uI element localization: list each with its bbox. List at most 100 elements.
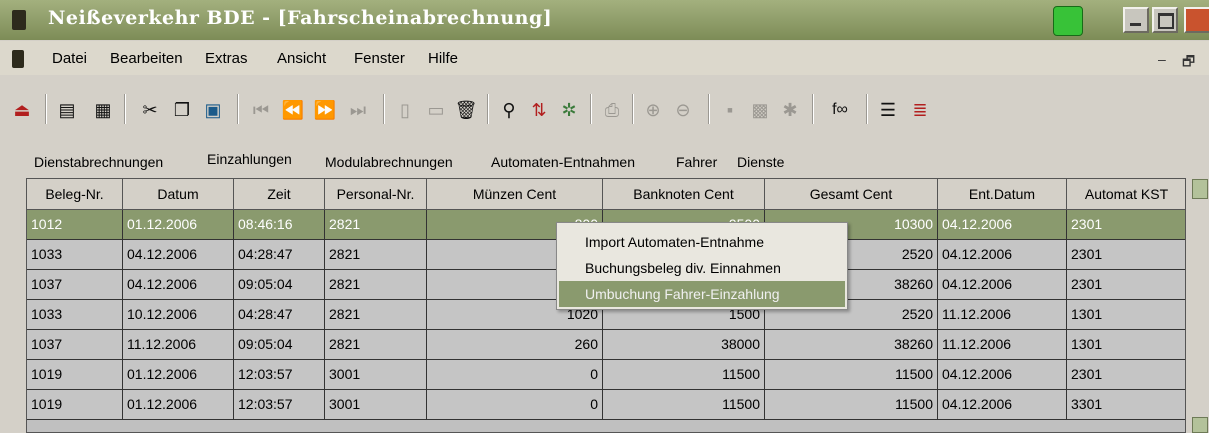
vertical-scrollbar[interactable] xyxy=(1192,178,1209,433)
search-icon[interactable]: ⚲ xyxy=(497,98,521,122)
previous-record-icon[interactable]: ⏪ xyxy=(281,98,305,122)
cell-ent-datum[interactable]: 04.12.2006 xyxy=(938,270,1067,300)
cell-ent-datum[interactable]: 04.12.2006 xyxy=(938,240,1067,270)
cell-zeit[interactable]: 08:46:16 xyxy=(234,210,325,240)
cell-muenzen-cent[interactable]: 0 xyxy=(427,390,603,420)
app-icon[interactable] xyxy=(12,10,26,30)
table-row[interactable]: 1019 01.12.2006 12:03:57 3001 0 11500 11500 04.… xyxy=(27,360,1185,390)
print-preview-icon[interactable]: ▤ xyxy=(55,98,79,122)
column-header-personal-nr[interactable]: Personal-Nr. xyxy=(325,179,427,210)
print-icon[interactable]: ⎙ xyxy=(600,98,624,122)
menu-item-buchungsbeleg[interactable]: Buchungsbeleg div. Einnahmen xyxy=(559,255,845,281)
document-icon[interactable] xyxy=(12,50,24,68)
cell-automat-kst[interactable]: 3301 xyxy=(1067,390,1185,420)
grid-icon[interactable]: ▦ xyxy=(91,98,115,122)
cell-banknoten-cent[interactable]: 11500 xyxy=(603,360,765,390)
tab-modulabrechnungen[interactable]: Modulabrechnungen xyxy=(319,154,459,175)
cell-automat-kst[interactable]: 2301 xyxy=(1067,360,1185,390)
cell-zeit[interactable]: 12:03:57 xyxy=(234,390,325,420)
cell-banknoten-cent[interactable]: 11500 xyxy=(603,390,765,420)
zoom-out-icon[interactable]: ⊖ xyxy=(671,98,695,122)
column-header-muenzen-cent[interactable]: Münzen Cent xyxy=(427,179,603,210)
exit-icon[interactable]: ⏏ xyxy=(10,98,34,122)
cell-automat-kst[interactable]: 2301 xyxy=(1067,270,1185,300)
cell-datum[interactable]: 11.12.2006 xyxy=(123,330,234,360)
cell-ent-datum[interactable]: 04.12.2006 xyxy=(938,210,1067,240)
cell-automat-kst[interactable]: 2301 xyxy=(1067,210,1185,240)
column-header-datum[interactable]: Datum xyxy=(123,179,234,210)
cell-datum[interactable]: 01.12.2006 xyxy=(123,390,234,420)
menu-hilfe[interactable]: Hilfe xyxy=(428,50,458,67)
cell-zeit[interactable]: 04:28:47 xyxy=(234,300,325,330)
cell-zeit[interactable]: 12:03:57 xyxy=(234,360,325,390)
column-header-zeit[interactable]: Zeit xyxy=(234,179,325,210)
delete-icon[interactable]: 🗑 xyxy=(454,98,478,122)
table-row[interactable]: 1037 11.12.2006 09:05:04 2821 260 38000 38260 1… xyxy=(27,330,1185,360)
cell-beleg-nr[interactable]: 1019 xyxy=(27,360,123,390)
mdi-minimize-button[interactable]: – xyxy=(1158,51,1166,67)
mdi-restore-button[interactable]: 🗗 xyxy=(1182,51,1195,75)
cell-automat-kst[interactable]: 1301 xyxy=(1067,300,1185,330)
zoom-in-icon[interactable]: ⊕ xyxy=(641,98,665,122)
menu-datei[interactable]: Datei xyxy=(52,50,87,67)
menu-item-import-automaten-entnahme[interactable]: Import Automaten-Entnahme xyxy=(559,229,845,255)
cell-personal-nr[interactable]: 2821 xyxy=(325,270,427,300)
tab-fahrer[interactable]: Fahrer xyxy=(670,154,723,175)
column-header-banknoten-cent[interactable]: Banknoten Cent xyxy=(603,179,765,210)
function-icon[interactable]: f∞ xyxy=(824,98,856,122)
cell-ent-datum[interactable]: 04.12.2006 xyxy=(938,360,1067,390)
cell-ent-datum[interactable]: 11.12.2006 xyxy=(938,330,1067,360)
cell-personal-nr[interactable]: 2821 xyxy=(325,240,427,270)
cell-datum[interactable]: 10.12.2006 xyxy=(123,300,234,330)
menu-fenster[interactable]: Fenster xyxy=(354,50,405,67)
indent-icon[interactable]: ≣ xyxy=(908,98,932,122)
edit-record-icon[interactable]: ▭ xyxy=(424,98,448,122)
cell-ent-datum[interactable]: 11.12.2006 xyxy=(938,300,1067,330)
cell-muenzen-cent[interactable]: 0 xyxy=(427,360,603,390)
cell-zeit[interactable]: 09:05:04 xyxy=(234,270,325,300)
cell-beleg-nr[interactable]: 1019 xyxy=(27,390,123,420)
fill-icon[interactable]: ▩ xyxy=(748,98,772,122)
save-icon[interactable]: ▪ xyxy=(718,98,742,122)
printer-status-icon[interactable] xyxy=(1053,6,1083,36)
close-button[interactable] xyxy=(1184,7,1209,33)
tab-dienstabrechnungen[interactable]: Dienstabrechnungen xyxy=(28,154,169,175)
menu-bearbeiten[interactable]: Bearbeiten xyxy=(110,50,183,67)
cell-beleg-nr[interactable]: 1037 xyxy=(27,270,123,300)
cell-automat-kst[interactable]: 2301 xyxy=(1067,240,1185,270)
tab-einzahlungen[interactable]: Einzahlungen xyxy=(201,151,298,177)
filter-icon[interactable]: ✲ xyxy=(557,98,581,122)
cell-datum[interactable]: 01.12.2006 xyxy=(123,210,234,240)
maximize-button[interactable] xyxy=(1152,7,1178,33)
cell-personal-nr[interactable]: 2821 xyxy=(325,330,427,360)
menu-extras[interactable]: Extras xyxy=(205,50,248,67)
copy-icon[interactable]: ❐ xyxy=(170,98,194,122)
cell-beleg-nr[interactable]: 1033 xyxy=(27,240,123,270)
cell-datum[interactable]: 04.12.2006 xyxy=(123,240,234,270)
menu-ansicht[interactable]: Ansicht xyxy=(277,50,326,67)
tab-automaten-entnahmen[interactable]: Automaten-Entnahmen xyxy=(485,154,641,175)
cell-gesamt-cent[interactable]: 11500 xyxy=(765,390,938,420)
cell-ent-datum[interactable]: 04.12.2006 xyxy=(938,390,1067,420)
cell-muenzen-cent[interactable]: 260 xyxy=(427,330,603,360)
tab-dienste[interactable]: Dienste xyxy=(731,154,790,175)
cell-banknoten-cent[interactable]: 38000 xyxy=(603,330,765,360)
cell-zeit[interactable]: 04:28:47 xyxy=(234,240,325,270)
cut-icon[interactable]: ✂ xyxy=(138,98,162,122)
cell-personal-nr[interactable]: 3001 xyxy=(325,390,427,420)
cell-personal-nr[interactable]: 3001 xyxy=(325,360,427,390)
scroll-down-button[interactable] xyxy=(1192,417,1208,433)
table-row[interactable]: 1019 01.12.2006 12:03:57 3001 0 11500 11500 04.… xyxy=(27,390,1185,420)
column-header-beleg-nr[interactable]: Beleg-Nr. xyxy=(27,179,123,210)
first-record-icon[interactable]: ⏮ xyxy=(249,98,273,122)
cell-beleg-nr[interactable]: 1033 xyxy=(27,300,123,330)
scroll-up-button[interactable] xyxy=(1192,179,1208,199)
cell-personal-nr[interactable]: 2821 xyxy=(325,300,427,330)
menu-item-umbuchung-fahrer-einzahlung[interactable]: Umbuchung Fahrer-Einzahlung xyxy=(559,281,845,307)
new-record-icon[interactable]: ▯ xyxy=(393,98,417,122)
column-header-gesamt-cent[interactable]: Gesamt Cent xyxy=(765,179,938,210)
unpin-icon[interactable]: ✱ xyxy=(778,98,802,122)
cell-gesamt-cent[interactable]: 38260 xyxy=(765,330,938,360)
sort-icon[interactable]: ⇅ xyxy=(527,98,551,122)
next-record-icon[interactable]: ⏩ xyxy=(313,98,337,122)
